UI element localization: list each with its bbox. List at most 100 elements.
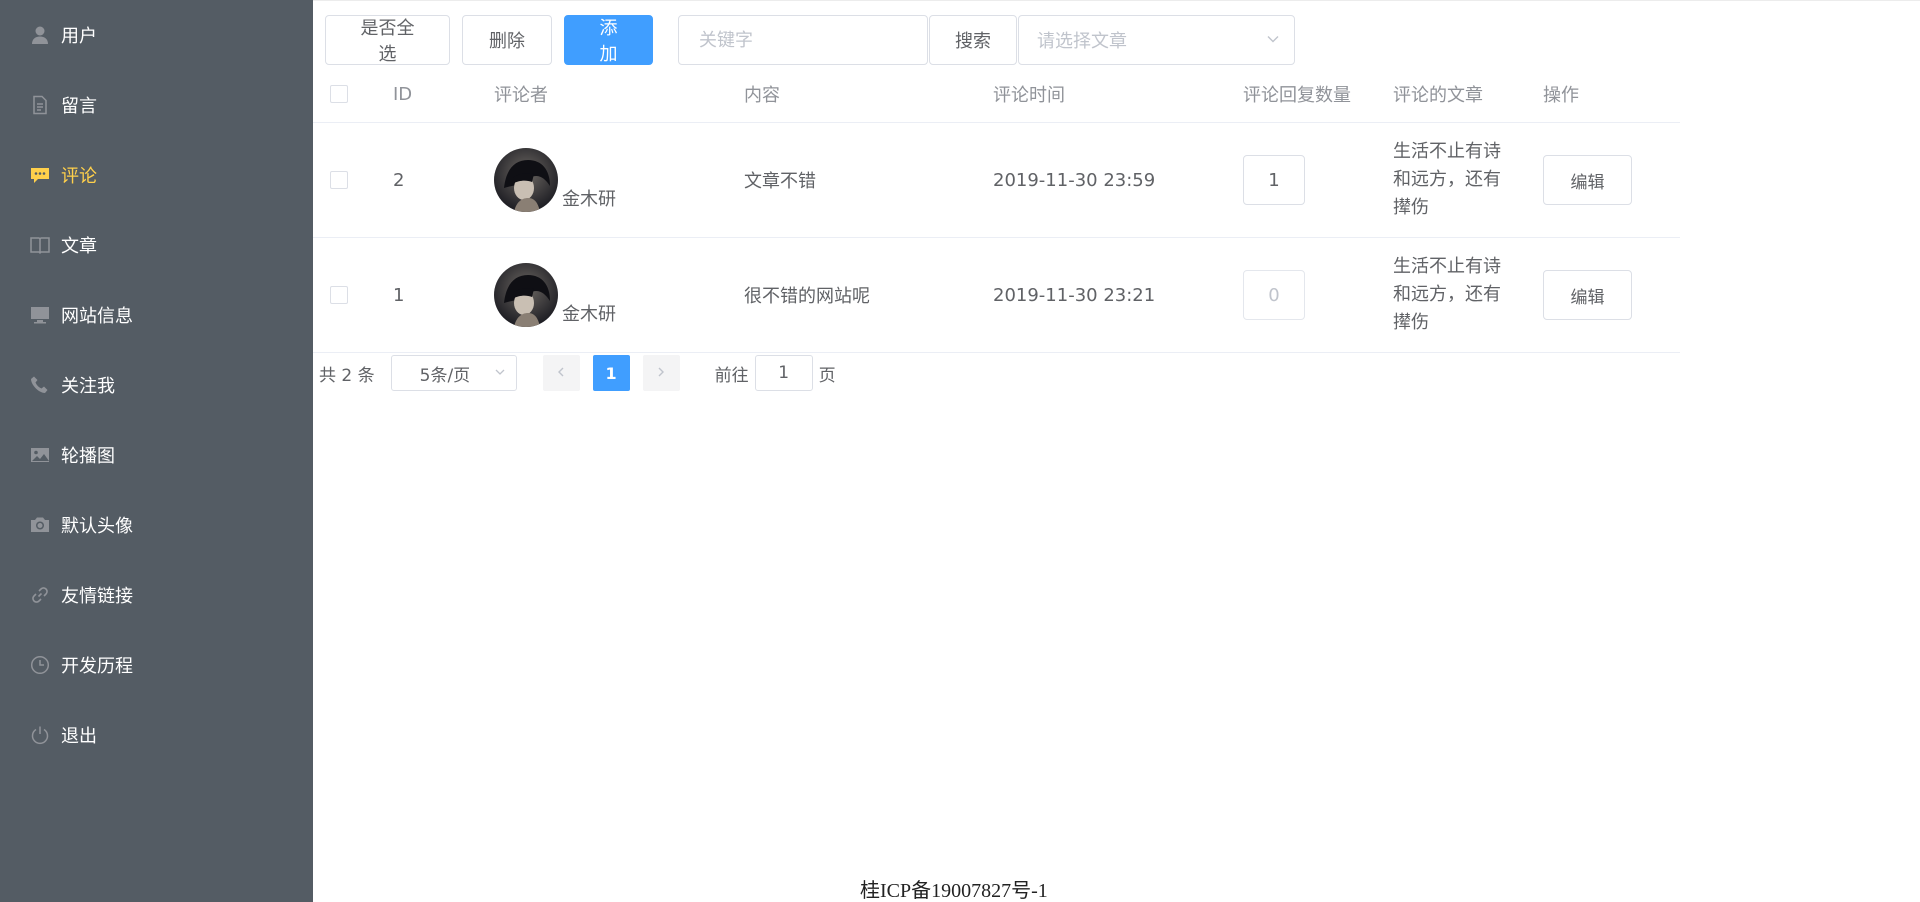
edit-button[interactable]: 编辑 — [1543, 270, 1632, 320]
row-select-cell — [330, 238, 348, 352]
sidebar-item-label: 用户 — [61, 26, 97, 47]
monitor-icon — [30, 305, 50, 325]
row-time: 2019-11-30 23:21 — [993, 284, 1156, 306]
sidebar: 用户 留言 评论 文章 网站信息 关注我 轮播图 默认头像 友情链接 开发历程 … — [0, 0, 313, 902]
page-number-current[interactable]: 1 — [592, 355, 630, 391]
header-select-cell — [330, 66, 348, 122]
row-id: 1 — [393, 284, 405, 306]
power-icon — [30, 725, 50, 745]
sidebar-item-carousel[interactable]: 轮播图 — [0, 420, 313, 490]
table-row: 1 金木研 很不错的网站呢 2019-11-30 23:21 0 生活不止有诗和… — [313, 238, 1680, 353]
select-all-button[interactable]: 是否全选 — [325, 15, 450, 65]
table-row: 2 金木研 文章不错 2019-11-30 23:59 1 生活不止有诗和远方，… — [313, 123, 1680, 238]
article-select-placeholder: 请选择文章 — [1037, 31, 1127, 52]
sidebar-item-label: 轮播图 — [61, 446, 115, 467]
chat-icon — [30, 165, 50, 185]
clock-icon — [30, 655, 50, 675]
camera-icon — [30, 515, 50, 535]
edit-button[interactable]: 编辑 — [1543, 155, 1632, 205]
keyword-input-wrapper — [678, 15, 928, 65]
row-time: 2019-11-30 23:59 — [993, 169, 1156, 191]
chevron-down-icon — [494, 363, 506, 383]
search-button[interactable]: 搜索 — [929, 15, 1017, 65]
phone-icon — [30, 375, 50, 395]
goto-label: 前往 — [714, 365, 749, 386]
commenter-name: 金木研 — [562, 189, 616, 210]
chevron-down-icon — [1266, 30, 1280, 51]
sidebar-item-label: 退出 — [61, 726, 97, 747]
document-icon — [30, 95, 50, 115]
row-select-cell — [330, 123, 348, 237]
footer-icp: 桂ICP备19007827号-1 — [860, 880, 1048, 902]
header-id: ID — [393, 83, 413, 105]
reply-count-button[interactable]: 1 — [1243, 155, 1305, 205]
chevron-right-icon — [655, 363, 667, 383]
pagination-total: 共 2 条 — [319, 365, 375, 386]
pagination: 共 2 条 5条/页 1 前往 1 页 — [319, 355, 836, 391]
sidebar-item-label: 评论 — [61, 166, 97, 187]
sidebar-item-comments[interactable]: 评论 — [0, 140, 313, 210]
row-id: 2 — [393, 169, 405, 191]
article-select[interactable]: 请选择文章 — [1018, 15, 1295, 65]
select-all-checkbox[interactable] — [330, 85, 348, 103]
sidebar-item-default-avatar[interactable]: 默认头像 — [0, 490, 313, 560]
row-reply-count-cell: 1 — [1243, 123, 1305, 237]
row-reply-count-cell: 0 — [1243, 238, 1305, 352]
page-size-select[interactable]: 5条/页 — [390, 355, 517, 391]
sidebar-item-label: 文章 — [61, 236, 97, 257]
row-article: 生活不止有诗和远方，还有撵伤 — [1393, 256, 1501, 333]
page-size-value: 5条/页 — [419, 365, 471, 386]
chevron-left-icon — [555, 363, 567, 383]
next-page-button[interactable] — [642, 355, 680, 391]
sidebar-item-logout[interactable]: 退出 — [0, 700, 313, 770]
sidebar-item-friend-links[interactable]: 友情链接 — [0, 560, 313, 630]
sidebar-item-label: 网站信息 — [61, 306, 133, 327]
row-article-cell: 生活不止有诗和远方，还有撵伤 — [1393, 123, 1513, 237]
header-reply-count: 评论回复数量 — [1243, 85, 1351, 106]
row-content: 文章不错 — [744, 171, 816, 192]
header-time: 评论时间 — [993, 85, 1065, 106]
sidebar-item-label: 开发历程 — [61, 656, 133, 677]
header-content: 内容 — [744, 85, 780, 106]
book-icon — [30, 235, 50, 255]
goto-page-input[interactable]: 1 — [754, 355, 813, 391]
sidebar-item-label: 友情链接 — [61, 586, 133, 607]
link-icon — [30, 585, 50, 605]
table-header: ID 评论者 内容 评论时间 评论回复数量 评论的文章 操作 — [313, 66, 1680, 123]
user-icon — [30, 25, 50, 45]
row-content: 很不错的网站呢 — [744, 286, 870, 307]
main-content: 是否全选 删除 添加 搜索 请选择文章 ID 评论者 内容 评论时间 评论回复数… — [313, 0, 1920, 902]
comments-table: ID 评论者 内容 评论时间 评论回复数量 评论的文章 操作 2 金木研 文章不… — [313, 66, 1680, 353]
row-commenter: 金木研 — [494, 123, 616, 237]
keyword-input[interactable] — [697, 28, 909, 52]
row-checkbox[interactable] — [330, 286, 348, 304]
picture-icon — [30, 445, 50, 465]
sidebar-item-messages[interactable]: 留言 — [0, 70, 313, 140]
header-actions: 操作 — [1543, 85, 1579, 106]
row-actions-cell: 编辑 — [1543, 123, 1632, 237]
avatar — [494, 263, 558, 327]
sidebar-item-articles[interactable]: 文章 — [0, 210, 313, 280]
avatar — [494, 148, 558, 212]
sidebar-item-dev-history[interactable]: 开发历程 — [0, 630, 313, 700]
add-button[interactable]: 添加 — [564, 15, 653, 65]
row-checkbox[interactable] — [330, 171, 348, 189]
header-article: 评论的文章 — [1393, 85, 1483, 106]
sidebar-item-label: 关注我 — [61, 376, 115, 397]
sidebar-item-label: 留言 — [61, 96, 97, 117]
sidebar-item-follow-me[interactable]: 关注我 — [0, 350, 313, 420]
row-article: 生活不止有诗和远方，还有撵伤 — [1393, 141, 1501, 218]
sidebar-item-site-info[interactable]: 网站信息 — [0, 280, 313, 350]
page-suffix: 页 — [818, 365, 836, 386]
header-commenter: 评论者 — [494, 85, 548, 106]
sidebar-item-users[interactable]: 用户 — [0, 0, 313, 70]
row-commenter: 金木研 — [494, 238, 616, 352]
sidebar-item-label: 默认头像 — [61, 516, 133, 537]
commenter-name: 金木研 — [562, 304, 616, 325]
row-actions-cell: 编辑 — [1543, 238, 1632, 352]
row-article-cell: 生活不止有诗和远方，还有撵伤 — [1393, 238, 1513, 352]
toolbar: 是否全选 删除 添加 搜索 请选择文章 — [325, 15, 1295, 65]
delete-button[interactable]: 删除 — [462, 15, 552, 65]
reply-count-button: 0 — [1243, 270, 1305, 320]
prev-page-button[interactable] — [542, 355, 580, 391]
